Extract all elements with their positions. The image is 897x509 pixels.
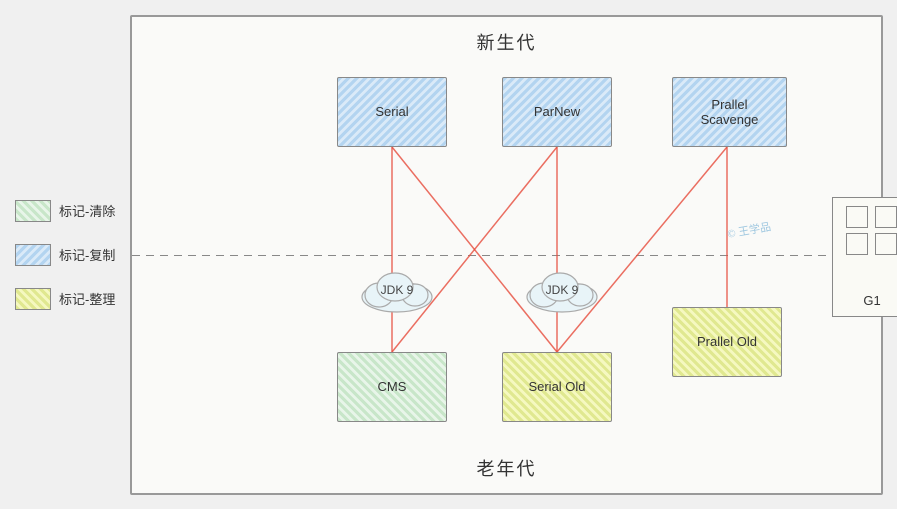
serial-collector: Serial [337, 77, 447, 147]
main-container: 标记-清除 标记-复制 标记-整理 新生代 老年代 [0, 0, 897, 509]
watermark: © 王学品 [726, 218, 772, 241]
prallel-scavenge-label: Prallel Scavenge [701, 97, 759, 127]
g1-cell-4 [875, 233, 897, 255]
parnew-collector: ParNew [502, 77, 612, 147]
legend-label-compact: 标记-整理 [59, 289, 115, 308]
g1-cell-1 [846, 206, 868, 228]
g1-cell-2 [875, 206, 897, 228]
divider-line [132, 255, 881, 256]
diagram-area: 新生代 老年代 Serial ParNew Pr [130, 15, 883, 495]
cms-label: CMS [378, 379, 407, 394]
cms-collector: CMS [337, 352, 447, 422]
legend-icon-compact [15, 288, 51, 310]
legend-item-compact: 标记-整理 [15, 288, 130, 310]
parnew-label: ParNew [534, 104, 580, 119]
jdk9-label-1: JDK 9 [381, 283, 414, 297]
g1-cell-3 [846, 233, 868, 255]
label-new-generation: 新生代 [477, 29, 537, 55]
jdk9-cloud-1: JDK 9 [357, 267, 437, 317]
serial-old-label: Serial Old [528, 379, 585, 394]
label-old-generation: 老年代 [477, 455, 537, 481]
serial-label: Serial [375, 104, 408, 119]
legend-label-copy: 标记-复制 [59, 245, 115, 264]
jdk9-label-2: JDK 9 [546, 283, 579, 297]
jdk9-cloud-2: JDK 9 [522, 267, 602, 317]
g1-grid [846, 206, 897, 255]
prallel-old-collector: Prallel Old [672, 307, 782, 377]
serial-old-collector: Serial Old [502, 352, 612, 422]
legend-icon-copy [15, 244, 51, 266]
g1-collector: G1 [832, 197, 897, 317]
g1-label: G1 [863, 293, 880, 308]
legend-label-clear: 标记-清除 [59, 201, 115, 220]
legend-item-clear: 标记-清除 [15, 200, 130, 222]
prallel-scavenge-collector: Prallel Scavenge [672, 77, 787, 147]
prallel-old-label: Prallel Old [697, 334, 757, 349]
legend: 标记-清除 标记-复制 标记-整理 [0, 200, 130, 310]
legend-item-copy: 标记-复制 [15, 244, 130, 266]
legend-icon-clear [15, 200, 51, 222]
